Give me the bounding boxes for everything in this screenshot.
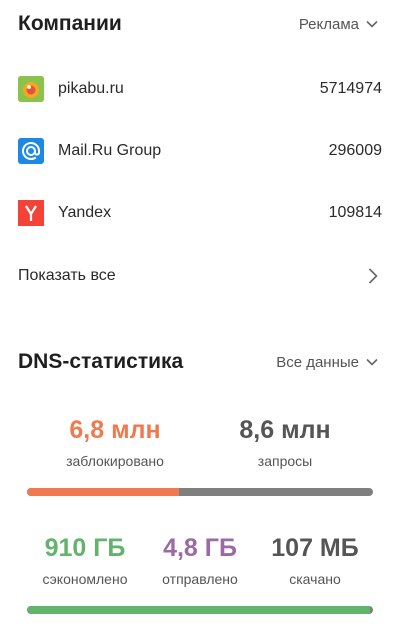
show-all-companies-row[interactable]: Показать все [0,245,400,307]
requests-stats: 6,8 млн заблокировано 8,6 млн запросы [0,416,400,469]
yandex-icon [18,200,44,226]
dns-header: DNS-статистика Все данные [18,350,378,374]
traffic-progress-bar [27,606,373,614]
chevron-right-icon [368,268,378,284]
requests-stat: 8,6 млн запросы [200,416,370,469]
companies-header: Компании Реклама [18,12,378,36]
company-row-yandex[interactable]: Yandex 109814 [0,182,400,244]
sent-stat: 4,8 ГБ отправлено [143,534,258,587]
saved-bar-fill [27,606,370,614]
downloaded-label: скачано [289,571,341,587]
company-list: pikabu.ru 5714974 Mail.Ru Group 296009 Y… [0,58,400,244]
company-row-pikabu[interactable]: pikabu.ru 5714974 [0,58,400,120]
chevron-down-icon [366,358,378,366]
company-count: 109814 [328,204,382,221]
companies-title: Компании [18,12,122,35]
mailru-at-icon [18,138,44,164]
company-count: 5714974 [319,80,382,97]
company-count: 296009 [328,142,382,159]
company-name: Yandex [58,204,112,221]
dns-filter-dropdown[interactable]: Все данные [276,354,378,371]
blocked-stat: 6,8 млн заблокировано [30,416,200,469]
dns-filter-label: Все данные [276,353,359,371]
company-name: pikabu.ru [58,80,124,97]
companies-filter-label: Реклама [298,15,359,33]
dns-title: DNS-статистика [18,350,184,373]
saved-value: 910 ГБ [44,534,126,562]
saved-stat: 910 ГБ сэкономлено [28,534,143,587]
sent-label: отправлено [162,571,238,587]
blocked-bar-fill [27,488,180,496]
downloaded-stat: 107 МБ скачано [258,534,373,587]
pikabu-icon [18,76,44,102]
chevron-down-icon [366,20,378,28]
sent-value: 4,8 ГБ [163,534,237,562]
saved-label: сэкономлено [42,571,128,587]
company-row-mailru[interactable]: Mail.Ru Group 296009 [0,120,400,182]
downloaded-value: 107 МБ [271,534,359,562]
show-all-label: Показать все [18,267,116,284]
requests-label: запросы [257,453,313,469]
requests-progress-bar [27,488,373,496]
company-name: Mail.Ru Group [58,142,162,159]
blocked-label: заблокировано [66,453,164,469]
blocked-value: 6,8 млн [69,416,161,444]
companies-filter-dropdown[interactable]: Реклама [299,16,378,33]
traffic-stats: 910 ГБ сэкономлено 4,8 ГБ отправлено 107… [0,534,400,587]
requests-value: 8,6 млн [239,416,331,444]
